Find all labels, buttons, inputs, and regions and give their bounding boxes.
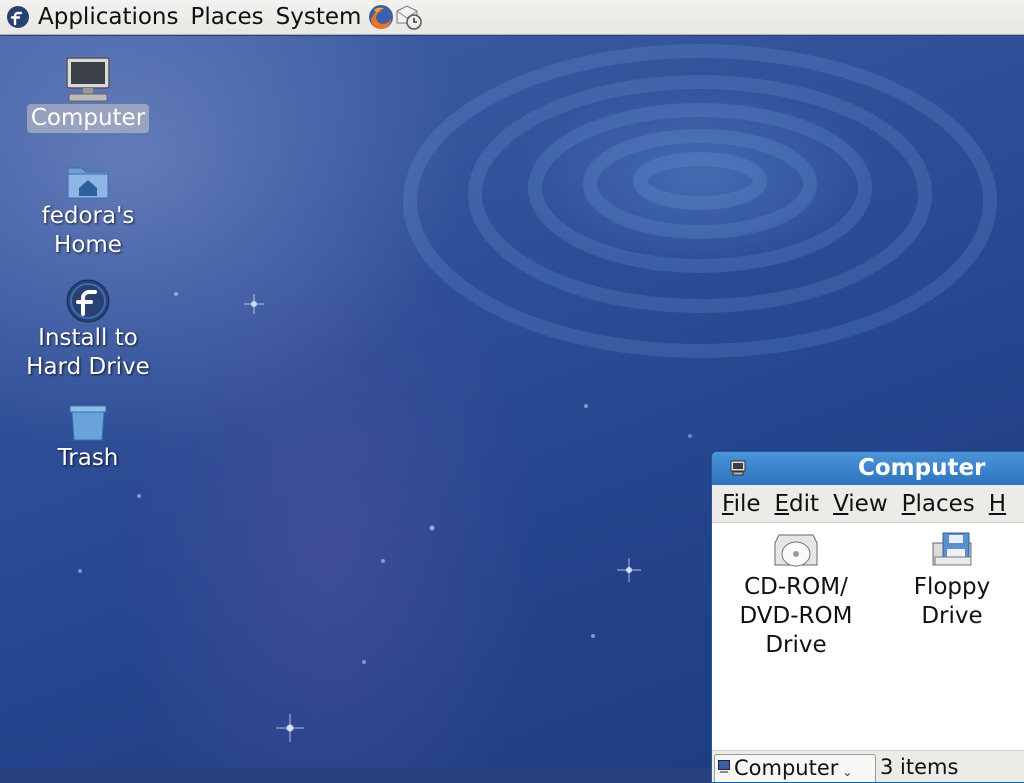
fedora-menu-icon[interactable] [4, 3, 32, 31]
desktop-icon-trash[interactable]: Trash [13, 400, 163, 473]
menu-places[interactable]: Places [895, 491, 982, 517]
desktop-icon-computer[interactable]: Computer [13, 56, 163, 133]
top-panel: Applications Places System [0, 0, 1024, 35]
desktop-icon-label: Install to Hard Drive [26, 325, 150, 380]
desktop-icon-label: fedora's Home [41, 203, 135, 258]
menu-help[interactable]: H [982, 491, 1013, 517]
mail-clock-icon[interactable] [395, 3, 423, 31]
window-menubar: File Edit View Places H [712, 485, 1024, 523]
item-count: 3 items [880, 755, 959, 779]
location-computer-icon [718, 760, 730, 773]
menu-edit[interactable]: Edit [768, 491, 827, 517]
computer-window[interactable]: Computer File Edit View Places H CD-ROM/… [711, 451, 1024, 783]
window-title-bar[interactable]: Computer [712, 452, 1024, 485]
cdrom-drive-label: CD-ROM/ DVD-ROM Drive [739, 574, 853, 658]
firefox-icon[interactable] [367, 3, 395, 31]
fedora-logo-icon [66, 279, 110, 323]
applications-menu[interactable]: Applications [32, 0, 185, 35]
home-folder-icon [67, 167, 109, 199]
floppy-drive-icon [932, 532, 972, 566]
trash-icon [69, 405, 107, 441]
computer-icon [66, 57, 110, 102]
location-selector[interactable]: Computer ⌄ [714, 754, 876, 782]
floppy-drive-label: Floppy Drive [913, 574, 991, 629]
file-view[interactable]: CD-ROM/ DVD-ROM Drive Floppy Drive [712, 523, 1024, 750]
desktop-icon-install[interactable]: Install to Hard Drive [13, 278, 163, 382]
cdrom-drive-icon [774, 534, 818, 567]
window-statusbar: Computer ⌄ 3 items [712, 750, 1024, 782]
places-menu[interactable]: Places [185, 0, 270, 35]
dropdown-chevron-icon[interactable]: ⌄ [842, 765, 852, 779]
window-computer-icon[interactable] [730, 460, 746, 476]
desktop-icon-label: Trash [57, 445, 119, 471]
system-menu[interactable]: System [270, 0, 368, 35]
location-label: Computer [734, 756, 839, 780]
desktop-icon-home[interactable]: fedora's Home [13, 160, 163, 260]
menu-view[interactable]: View [826, 491, 895, 517]
window-title: Computer [858, 455, 986, 481]
desktop-icon-label: Computer [26, 104, 150, 133]
cdrom-drive-item[interactable]: CD-ROM/ DVD-ROM Drive [726, 529, 866, 660]
floppy-drive-item[interactable]: Floppy Drive [892, 529, 1012, 631]
menu-file[interactable]: File [715, 491, 768, 517]
